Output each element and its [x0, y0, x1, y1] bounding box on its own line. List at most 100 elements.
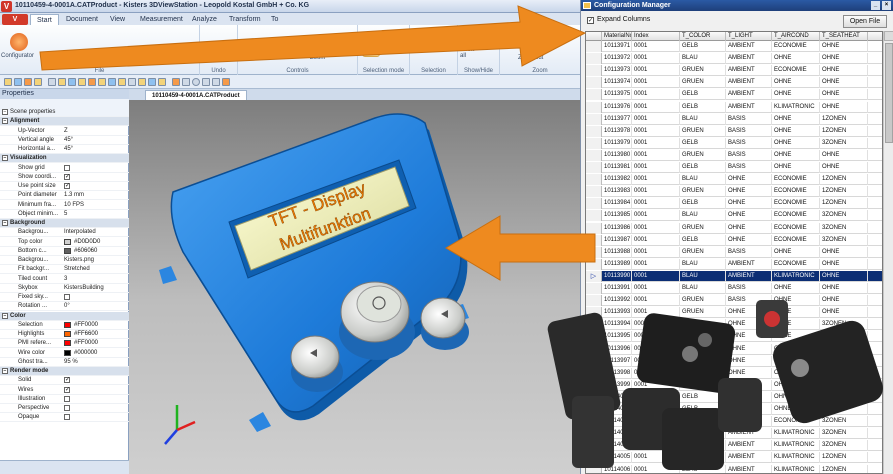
row-selector[interactable] [586, 428, 602, 440]
tool-icon[interactable] [68, 78, 76, 86]
property-row[interactable]: Opaque [0, 413, 129, 423]
property-value[interactable]: 1.3 mm [64, 191, 122, 200]
property-row[interactable]: Wire color #000000 [0, 349, 129, 358]
row-selector[interactable] [586, 186, 602, 198]
table-row[interactable]: ▷ 10113990 0001 BLAU AMBIENT KLIMATRONIC OHNE [586, 270, 882, 282]
tool-icon[interactable] [138, 78, 146, 86]
property-row[interactable]: − Alignment [0, 117, 129, 127]
table-row[interactable]: 10113994 0001 GELB OHNE OHNE 3ZONEN [586, 319, 882, 331]
property-row[interactable]: Illustration [0, 395, 129, 404]
row-selector[interactable] [586, 162, 602, 173]
select-button-label[interactable]: Select [363, 46, 380, 52]
selection-frame-button[interactable]: Selection frame [308, 43, 350, 49]
tool-icon[interactable] [58, 78, 66, 86]
row-selector[interactable] [586, 404, 602, 415]
property-checkbox[interactable] [64, 395, 70, 402]
property-row[interactable]: Backgrou... Kisters.png [0, 256, 129, 265]
row-selector[interactable] [586, 198, 602, 210]
scroll-thumb[interactable] [885, 43, 893, 143]
table-row[interactable]: 10114006 0001 BLAU AMBIENT KLIMATRONIC 1ZONEN [586, 464, 882, 473]
pan-button[interactable]: Pan [252, 55, 263, 61]
property-value[interactable]: 45° [64, 136, 122, 145]
row-selector[interactable] [586, 355, 602, 367]
table-row[interactable]: 10113987 0001 GELB OHNE ECONOMIE 3ZONEN [586, 234, 882, 246]
row-selector[interactable] [586, 295, 602, 307]
3d-viewport[interactable]: 10110459-4-0001A.CATProduct TFT - Displa… [129, 89, 580, 474]
property-row[interactable]: Highlights #FF6600 [0, 330, 129, 339]
tool-icon[interactable] [158, 78, 166, 86]
tool-icon[interactable] [182, 78, 190, 86]
row-selector[interactable] [586, 258, 602, 270]
configurator-button-label[interactable]: Configurator [1, 53, 34, 59]
column-header[interactable]: MaterialNo [602, 32, 632, 41]
collapse-icon[interactable]: − [2, 312, 8, 319]
minimize-icon[interactable]: _ [871, 1, 880, 10]
tool-icon[interactable] [24, 78, 32, 86]
table-row[interactable]: 10113976 0001 GELB AMBIENT KLIMATRONIC OHNE [586, 101, 882, 113]
property-value[interactable]: 5 [64, 210, 122, 219]
table-row[interactable]: 10114000 0001 GELB AMBIENT OHNE OHNE [586, 391, 882, 403]
last-actions-button[interactable]: Last actions [206, 49, 234, 61]
property-row[interactable]: Fit backgr... Stretched [0, 265, 129, 275]
table-row[interactable]: 10113972 0001 BLAU AMBIENT OHNE OHNE [586, 53, 882, 65]
row-selector[interactable] [586, 77, 602, 89]
zoom-button[interactable]: Zoom [310, 55, 325, 61]
row-selector[interactable] [586, 174, 602, 186]
collapse-icon[interactable]: − [2, 155, 8, 162]
tool-icon[interactable] [88, 78, 96, 86]
tool-icon[interactable] [212, 78, 220, 86]
property-row[interactable]: Ghost tra... 95 % [0, 358, 129, 367]
property-value[interactable]: 95 % [64, 358, 122, 367]
table-row[interactable]: 10113997 0001 GELB OHNE OHNE OHNE [586, 355, 882, 367]
row-selector[interactable] [586, 234, 602, 246]
property-checkbox[interactable]: ✓ [64, 386, 70, 393]
property-row[interactable]: Vertical angle 45° [0, 136, 129, 145]
table-row[interactable]: 10113984 0001 GELB OHNE ECONOMIE 1ZONEN [586, 198, 882, 210]
row-selector[interactable] [586, 125, 602, 137]
property-value[interactable]: 45° [64, 145, 122, 154]
table-row[interactable]: 10113993 0001 GRUEN OHNE OHNE OHNE [586, 307, 882, 319]
property-row[interactable]: Use point size ✓ [0, 182, 129, 191]
property-value[interactable]: 0° [64, 302, 122, 311]
table-row[interactable]: 10114004 0001 GRUEN AMBIENT KLIMATRONIC 3ZONE… [586, 440, 882, 452]
row-selector[interactable] [586, 246, 602, 258]
tool-icon[interactable] [148, 78, 156, 86]
column-header[interactable]: T_LIGHT [726, 32, 772, 41]
color-swatch[interactable] [64, 247, 71, 254]
property-value[interactable]: 10 FPS [64, 201, 122, 210]
property-value[interactable]: 3 [64, 275, 122, 284]
tool-icon[interactable] [222, 78, 230, 86]
tab-transform[interactable]: Transform [223, 14, 267, 25]
row-selector[interactable] [586, 379, 602, 391]
collapse-icon[interactable]: − [2, 220, 8, 226]
property-row[interactable]: Top color #D0D0D0 [0, 238, 129, 247]
expand-columns-checkbox[interactable]: ✓ [587, 17, 594, 24]
row-selector[interactable] [586, 343, 602, 355]
property-row[interactable]: Minimum fra... 10 FPS [0, 201, 129, 210]
table-row[interactable]: 10114005 0001 GELB AMBIENT KLIMATRONIC 1ZONEN [586, 452, 882, 464]
row-selector[interactable] [586, 452, 602, 464]
rotate-button[interactable]: Rotate [242, 43, 266, 51]
tool-icon[interactable] [128, 78, 136, 86]
zoom-out-button[interactable]: Zoom out [518, 55, 543, 61]
scroll-up-icon[interactable] [884, 31, 893, 41]
table-row[interactable]: 10113998 0001 GRUEN OHNE OHNE OHNE [586, 367, 882, 379]
table-row[interactable]: 10113971 0001 GELB AMBIENT ECONOMIE OHNE [586, 41, 882, 52]
row-selector[interactable] [586, 222, 602, 234]
tool-icon[interactable] [98, 78, 106, 86]
row-selector[interactable] [586, 416, 602, 428]
row-selector[interactable] [586, 113, 602, 125]
tool-icon[interactable] [108, 78, 116, 86]
tool-icon[interactable] [34, 78, 42, 86]
tool-icon[interactable] [78, 78, 86, 86]
property-checkbox[interactable]: ✓ [64, 173, 70, 180]
tab-measurement[interactable]: Measurement [134, 14, 189, 25]
table-row[interactable]: 10113978 0001 GRUEN BASIS OHNE 1ZONEN [586, 125, 882, 137]
property-row[interactable]: − Background [0, 219, 129, 228]
table-row[interactable]: 10113973 0001 GRUEN AMBIENT ECONOMIE OHNE [586, 65, 882, 77]
property-row[interactable]: Object minim... 5 [0, 210, 129, 219]
table-row[interactable]: 10113999 0001 GRUEN AMBIENT OHNE OHNE [586, 379, 882, 391]
property-checkbox[interactable] [64, 414, 70, 421]
property-row[interactable]: − Visualization [0, 154, 129, 164]
row-selector[interactable] [586, 464, 602, 473]
